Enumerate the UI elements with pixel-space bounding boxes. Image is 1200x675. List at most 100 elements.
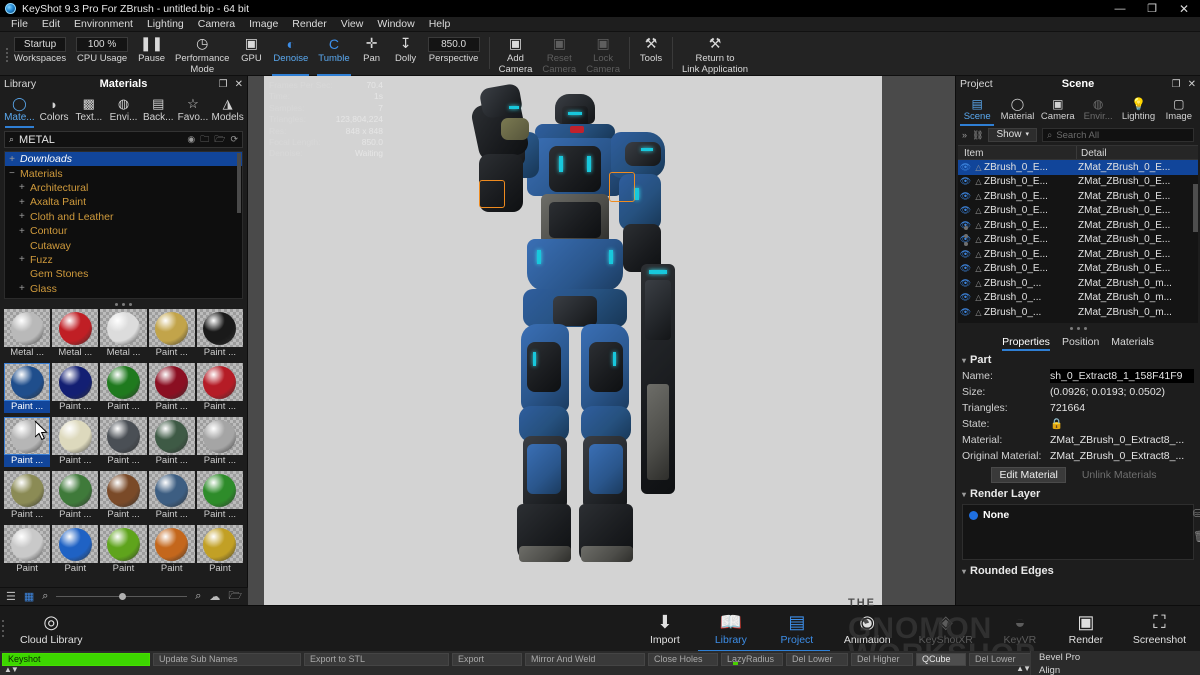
link-icon[interactable]: ⛓ bbox=[972, 130, 983, 141]
toolbar-denoise[interactable]: ◐Denoise bbox=[268, 32, 313, 76]
edit-material-button[interactable]: Edit Material bbox=[991, 467, 1065, 483]
material-swatch[interactable]: Paint bbox=[149, 525, 195, 577]
project-subtab-position[interactable]: Position bbox=[1062, 336, 1099, 348]
scene-list-row[interactable]: 👁△ZBrush_0_...ZMat_ZBrush_0_m... bbox=[958, 276, 1198, 291]
rounded-edges-section-header[interactable]: ▾ Rounded Edges bbox=[956, 562, 1200, 579]
tree-item-fuzz[interactable]: +Fuzz bbox=[5, 253, 242, 267]
tree-expander[interactable]: − bbox=[9, 168, 20, 179]
zbrush-menu-bevel-pro[interactable]: Bevel Pro bbox=[1031, 651, 1200, 664]
material-swatch[interactable]: Paint ... bbox=[149, 471, 195, 523]
thumbnail-size-slider[interactable] bbox=[56, 592, 187, 602]
menu-item-lighting[interactable]: Lighting bbox=[140, 17, 191, 32]
show-dropdown[interactable]: Show ▾ bbox=[988, 128, 1037, 142]
tree-expander[interactable]: + bbox=[19, 254, 30, 265]
zbrush-button-export-to-stl[interactable]: Export to STL bbox=[304, 653, 449, 666]
scene-list-row[interactable]: 👁△ZBrush_0_E...ZMat_ZBrush_0_E... bbox=[958, 160, 1198, 175]
zbrush-button-del-higher[interactable]: Del Higher bbox=[851, 653, 913, 666]
tree-scrollbar[interactable] bbox=[237, 153, 241, 213]
material-swatch[interactable]: Paint ... bbox=[197, 363, 243, 415]
toolbar-pan[interactable]: ✛Pan bbox=[355, 32, 389, 76]
bottom-project-button[interactable]: ▤Project bbox=[764, 606, 830, 652]
toolbar-field-perspective[interactable]: 850.0 bbox=[428, 37, 480, 52]
material-swatch[interactable]: Metal ... bbox=[100, 309, 146, 361]
library-tab-text[interactable]: ▩Text... bbox=[71, 92, 106, 128]
menu-item-image[interactable]: Image bbox=[242, 17, 285, 32]
toolbar-pause[interactable]: ❚❚Pause bbox=[133, 32, 170, 76]
minimize-button[interactable]: — bbox=[1104, 0, 1136, 17]
visibility-eye-icon[interactable]: 👁 bbox=[958, 278, 973, 289]
menu-item-render[interactable]: Render bbox=[285, 17, 333, 32]
material-swatch[interactable]: Paint ... bbox=[100, 363, 146, 415]
toolbar-cpu-usage[interactable]: 100 %CPU Usage bbox=[71, 32, 133, 76]
part-section-header[interactable]: ▾ Part bbox=[956, 351, 1200, 368]
visibility-eye-icon[interactable]: 👁 bbox=[958, 205, 973, 216]
part-property-value[interactable]: 721664 bbox=[1050, 401, 1194, 415]
refresh-icon[interactable]: ⟳ bbox=[230, 134, 238, 145]
zbrush-button-del-lower[interactable]: Del Lower bbox=[786, 653, 848, 666]
render-viewport[interactable]: Frames Per Sec:70.4Time:1sSamples:7Trian… bbox=[248, 76, 955, 605]
visibility-eye-icon[interactable]: 👁 bbox=[958, 263, 973, 274]
visibility-eye-icon[interactable]: 👁 bbox=[958, 307, 973, 318]
zbrush-button-export[interactable]: Export bbox=[452, 653, 522, 666]
material-swatch[interactable]: Paint ... bbox=[4, 363, 50, 415]
material-swatch[interactable]: Paint bbox=[100, 525, 146, 577]
material-swatch[interactable]: Paint ... bbox=[149, 417, 195, 469]
library-tab-models[interactable]: ◮Models bbox=[210, 92, 245, 128]
visibility-eye-icon[interactable]: 👁 bbox=[958, 162, 973, 173]
menu-item-window[interactable]: Window bbox=[370, 17, 421, 32]
toolbar-reset-camera[interactable]: ▣Reset Camera bbox=[537, 32, 581, 76]
toolbar-tumble[interactable]: CTumble bbox=[313, 32, 354, 76]
visibility-eye-icon[interactable]: 👁 bbox=[958, 191, 973, 202]
project-subtab-properties[interactable]: Properties bbox=[1002, 336, 1050, 348]
menu-item-camera[interactable]: Camera bbox=[191, 17, 242, 32]
material-swatch[interactable]: Paint ... bbox=[197, 471, 243, 523]
clear-search-icon[interactable]: ◉ bbox=[187, 134, 195, 145]
tree-expander[interactable]: + bbox=[19, 197, 30, 208]
zbrush-menu-align[interactable]: Align bbox=[1031, 664, 1200, 675]
render-layer-section-header[interactable]: ▾ Render Layer bbox=[956, 485, 1200, 502]
maximize-button[interactable]: ❐ bbox=[1136, 0, 1168, 17]
tree-item-gem-stones[interactable]: Gem Stones bbox=[5, 267, 242, 281]
render-layer-box[interactable]: None ⛁ 🗑 bbox=[962, 504, 1194, 560]
zbrush-button-lazyradius[interactable]: LazyRadius bbox=[721, 653, 783, 666]
visibility-eye-icon[interactable]: 👁 bbox=[958, 249, 973, 260]
close-icon[interactable]: ✕ bbox=[1188, 79, 1196, 90]
tree-item-materials[interactable]: −Materials bbox=[5, 166, 242, 180]
scene-list-row[interactable]: 👁△ZBrush_0_E...ZMat_ZBrush_0_E... bbox=[958, 233, 1198, 248]
bottom-render-button[interactable]: ▣Render bbox=[1053, 606, 1119, 652]
scene-list-row[interactable]: 👁△ZBrush_0_E...ZMat_ZBrush_0_E... bbox=[958, 204, 1198, 219]
add-layer-icon[interactable]: ⛁ bbox=[1193, 507, 1200, 520]
close-button[interactable]: ✕ bbox=[1168, 0, 1200, 17]
project-splitter[interactable] bbox=[956, 323, 1200, 333]
tree-item-axalta-paint[interactable]: +Axalta Paint bbox=[5, 195, 242, 209]
material-swatch[interactable]: Paint ... bbox=[100, 417, 146, 469]
toolbar-tools[interactable]: ⚒Tools bbox=[634, 32, 668, 76]
scene-list-row[interactable]: 👁△ZBrush_0_E...ZMat_ZBrush_0_E... bbox=[958, 262, 1198, 277]
scene-list-scrollbar[interactable] bbox=[1193, 184, 1198, 232]
project-tab-scene[interactable]: ▤Scene bbox=[957, 92, 997, 126]
part-property-value[interactable]: sh_0_Extract8_1_158F41F9 bbox=[1050, 369, 1194, 383]
library-tab-colors[interactable]: ◗Colors bbox=[37, 92, 72, 128]
project-tab-envir[interactable]: ◍Envir... bbox=[1078, 92, 1118, 126]
project-tab-camera[interactable]: ▣Camera bbox=[1038, 92, 1078, 126]
project-tab-material[interactable]: ◯Material bbox=[997, 92, 1037, 126]
tree-expander[interactable]: + bbox=[19, 283, 30, 294]
material-swatch[interactable]: Paint bbox=[52, 525, 98, 577]
library-tab-favo[interactable]: ☆Favo... bbox=[176, 92, 211, 128]
column-header-detail[interactable]: Detail bbox=[1076, 146, 1198, 159]
material-swatch[interactable]: Paint ... bbox=[52, 471, 98, 523]
menu-item-file[interactable]: File bbox=[4, 17, 35, 32]
tree-item-cutaway[interactable]: Cutaway bbox=[5, 238, 242, 252]
bottom-keyvr-button[interactable]: ◒KeyVR bbox=[987, 606, 1053, 652]
library-tab-mate[interactable]: ◯Mate... bbox=[2, 92, 37, 128]
toolbar-lock-camera[interactable]: ▣Lock Camera bbox=[581, 32, 625, 76]
material-swatch[interactable]: Paint ... bbox=[4, 471, 50, 523]
library-search-input[interactable]: METAL bbox=[19, 134, 182, 146]
visibility-eye-icon[interactable]: 👁 bbox=[958, 176, 973, 187]
scene-list-row[interactable]: 👁△ZBrush_0_...ZMat_ZBrush_0_m... bbox=[958, 291, 1198, 306]
material-swatch[interactable]: Paint ... bbox=[52, 363, 98, 415]
material-swatch[interactable]: Paint bbox=[4, 525, 50, 577]
folder-filter-icon[interactable]: 🗀 bbox=[200, 132, 209, 148]
bottom-animation-button[interactable]: ◉Animation bbox=[830, 606, 905, 652]
tree-expander[interactable]: + bbox=[9, 154, 20, 165]
